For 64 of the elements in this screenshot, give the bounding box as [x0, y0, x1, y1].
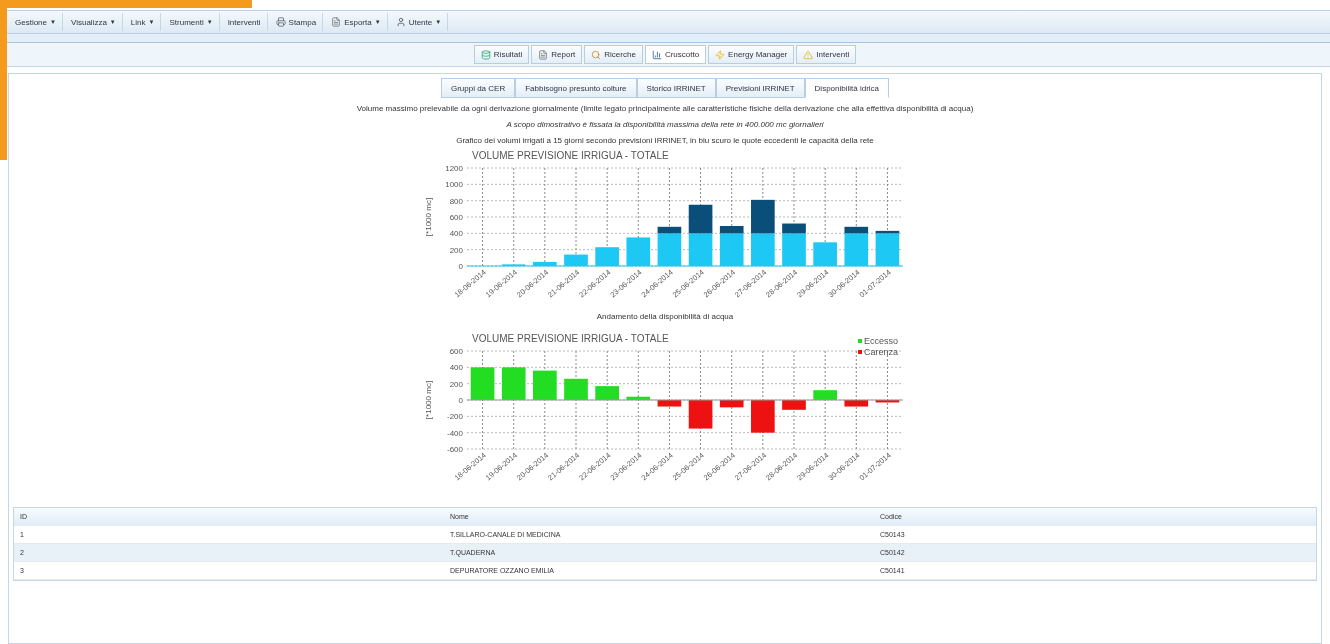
tick-label: 1200: [445, 164, 463, 173]
chart-title: VOLUME PREVISIONE IRRIGUA - TOTALE: [472, 150, 669, 161]
module-tab[interactable]: Ricerche: [584, 45, 643, 64]
splitter-bar[interactable]: [7, 34, 1330, 43]
tick-label: 1000: [445, 180, 463, 190]
bar: [501, 367, 526, 400]
tick-label: 400: [449, 229, 463, 239]
user-icon: [395, 17, 406, 27]
warning-icon: [803, 49, 814, 60]
bar: [688, 400, 713, 429]
tab[interactable]: Fabbisogno presunto colture: [515, 78, 637, 98]
search-icon: [591, 49, 602, 60]
bar: [533, 370, 557, 400]
document-icon: [538, 49, 549, 60]
lightning-icon: [715, 49, 726, 60]
bar: [626, 396, 651, 400]
module-tab[interactable]: Report: [531, 45, 583, 64]
tab[interactable]: Gruppi da CER: [440, 78, 516, 98]
chart-title: VOLUME PREVISIONE IRRIGUA - TOTALE: [472, 333, 669, 344]
bar: [751, 400, 775, 433]
module-tab[interactable]: Cruscotto: [644, 45, 707, 64]
axis-label: [*1000 mc]: [424, 380, 433, 420]
bar: [844, 400, 869, 407]
database-icon: [480, 49, 491, 60]
bar: [470, 367, 495, 400]
tick-label: 600: [449, 213, 463, 222]
bar-chart-icon: [651, 49, 662, 60]
tick-label: 400: [449, 363, 463, 373]
tab[interactable]: Previsioni IRRINET: [715, 78, 805, 98]
module-tab[interactable]: Interventi: [796, 45, 857, 64]
bar: [813, 390, 837, 400]
bar: [875, 400, 900, 403]
bar: [751, 199, 775, 234]
chart-caption: Andamento della disponibilità di acqua: [596, 312, 734, 321]
bar: [782, 400, 806, 410]
tick-label: -600: [447, 445, 463, 454]
tab[interactable]: Storico IRRINET: [636, 78, 716, 98]
tick-label: 200: [449, 245, 463, 255]
tick-label: 200: [449, 379, 463, 389]
module-tab[interactable]: Energy Manager: [708, 45, 795, 64]
module-tab[interactable]: Risultati: [473, 45, 530, 64]
bar: [564, 378, 588, 400]
tick-label: 0: [458, 396, 463, 405]
printer-icon: [275, 17, 286, 27]
tick-label: 0: [458, 262, 463, 271]
bar: [595, 386, 619, 400]
legend-item: Carenza: [858, 347, 899, 357]
legend-label: Eccesso: [864, 336, 899, 346]
legend-item: Eccesso: [858, 336, 898, 346]
tick-label: 800: [449, 196, 463, 206]
toolbar-button[interactable]: Stampa: [269, 13, 324, 31]
description-text: A scopo dimostrativo è fissata la disponibilità massima della rete in 400.000 mc giornalieri: [506, 119, 824, 130]
tick-label: -200: [447, 412, 463, 422]
tick-label: 600: [449, 347, 463, 356]
toolbar-button[interactable]: Interventi: [221, 13, 268, 31]
bar: [719, 400, 744, 408]
description-text: Volume massimo prelevabile da ogni derivazione giornalmente (limite legato principalmente alle caratteristiche fisiche della derivazione che alla effettiva disponibilità di acqua): [356, 103, 974, 114]
tab[interactable]: Disponibilità idrica: [804, 78, 890, 98]
description-text: Grafico dei volumi irrigati a 15 giorni secondo previsioni IRRINET, in blu scuro le quote eccedenti le capacità della rete: [456, 135, 874, 146]
tick-label: -400: [447, 428, 463, 438]
axis-label: [*1000 mc]: [424, 197, 433, 237]
document-icon: [331, 17, 342, 27]
bar: [688, 204, 713, 234]
bar: [657, 400, 682, 407]
